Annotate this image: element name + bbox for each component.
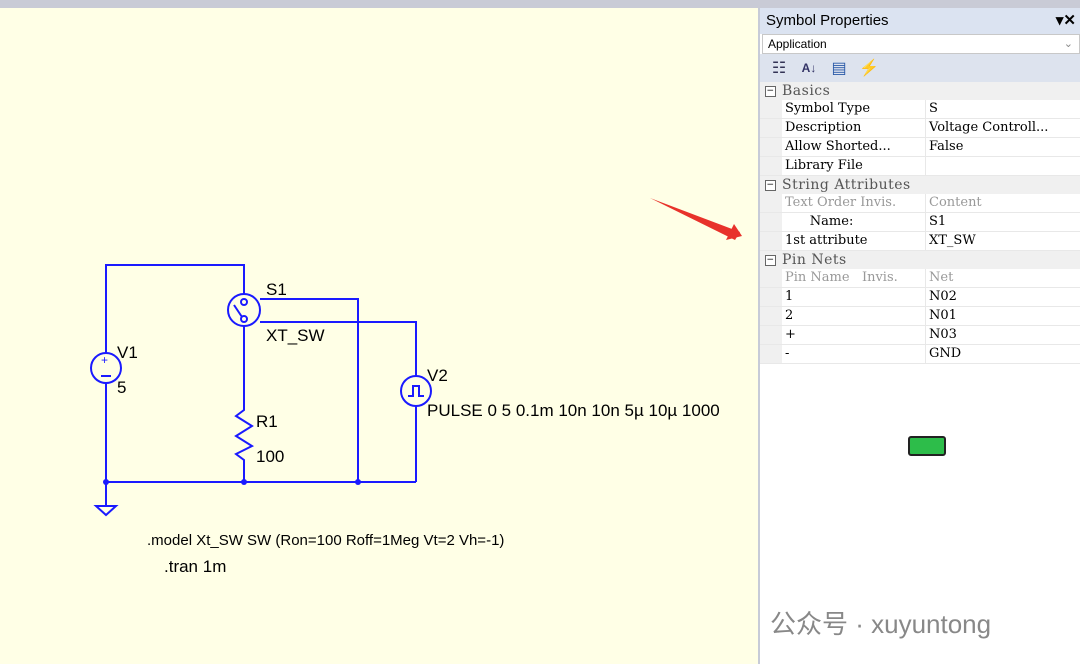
- battery-icon: [908, 436, 946, 456]
- property-value[interactable]: N03: [926, 326, 1080, 344]
- s1-name[interactable]: S1: [266, 280, 287, 300]
- collapse-icon[interactable]: −: [765, 85, 776, 97]
- section-label: Basics: [782, 83, 831, 99]
- property-key: 1st attribute: [782, 232, 926, 250]
- property-value[interactable]: S1: [926, 213, 1080, 231]
- property-row[interactable]: + N03: [760, 326, 1080, 345]
- collapse-icon[interactable]: −: [765, 179, 776, 191]
- panel-title: Symbol Properties: [766, 12, 889, 29]
- property-value[interactable]: Voltage Controll...: [926, 119, 1080, 137]
- property-value[interactable]: N01: [926, 307, 1080, 325]
- property-key: Symbol Type: [782, 100, 926, 118]
- property-value[interactable]: GND: [926, 345, 1080, 363]
- property-key: Description: [782, 119, 926, 137]
- section-label: Pin Nets: [782, 252, 847, 268]
- schematic-canvas[interactable]: + V1 5 S1 XT_SW R1 100 V2 PULSE 0 5 0.1m…: [0, 8, 758, 664]
- property-row[interactable]: 2 N01: [760, 307, 1080, 326]
- property-key: Name:: [782, 213, 926, 231]
- section-basics[interactable]: − Basics: [760, 82, 1080, 100]
- property-key: -: [782, 345, 926, 363]
- property-grid: − Basics Symbol Type S Description Voltage …: [760, 82, 1080, 364]
- v2-value[interactable]: PULSE 0 5 0.1m 10n 10n 5µ 10µ 1000: [427, 401, 720, 421]
- column-header: Pin Name Invis.: [782, 269, 926, 287]
- property-value[interactable]: S: [926, 100, 1080, 118]
- property-value[interactable]: XT_SW: [926, 232, 1080, 250]
- property-row[interactable]: - GND: [760, 345, 1080, 364]
- property-key: Allow Shorted...: [782, 138, 926, 156]
- s1-model[interactable]: XT_SW: [266, 326, 325, 346]
- column-header-row: Text Order Invis. Content: [760, 194, 1080, 213]
- property-key: 1: [782, 288, 926, 306]
- column-header-row: Pin Name Invis. Net: [760, 269, 1080, 288]
- v1-value[interactable]: 5: [117, 378, 126, 398]
- section-string-attributes[interactable]: − String Attributes: [760, 176, 1080, 194]
- sort-az-icon[interactable]: A↓: [798, 61, 820, 75]
- column-header: Content: [929, 195, 982, 210]
- property-key: 2: [782, 307, 926, 325]
- property-key: +: [782, 326, 926, 344]
- column-header: Text Order Invis.: [782, 194, 926, 212]
- events-icon[interactable]: ⚡: [858, 58, 880, 78]
- section-label: String Attributes: [782, 177, 911, 193]
- r1-value[interactable]: 100: [256, 447, 284, 467]
- property-row[interactable]: Library File: [760, 157, 1080, 176]
- panel-title-bar: Symbol Properties ▾✕: [760, 8, 1080, 34]
- watermark: 公众号 · xuyuntong: [770, 609, 992, 639]
- property-value[interactable]: False: [926, 138, 1080, 156]
- property-row[interactable]: Symbol Type S: [760, 100, 1080, 119]
- object-combo[interactable]: Application ⌄: [762, 34, 1080, 54]
- chevron-down-icon[interactable]: ⌄: [1064, 35, 1073, 53]
- property-row[interactable]: 1 N02: [760, 288, 1080, 307]
- svg-text:+: +: [101, 353, 108, 367]
- section-pin-nets[interactable]: − Pin Nets: [760, 251, 1080, 269]
- r1-name[interactable]: R1: [256, 412, 278, 432]
- symbol-properties-panel: Symbol Properties ▾✕ Application ⌄ ☷ A↓ …: [758, 8, 1080, 664]
- collapse-icon[interactable]: −: [765, 254, 776, 266]
- column-header: Net: [929, 270, 954, 285]
- property-row[interactable]: Allow Shorted... False: [760, 138, 1080, 157]
- categorized-icon[interactable]: ☷: [768, 58, 790, 78]
- property-row[interactable]: Description Voltage Controll...: [760, 119, 1080, 138]
- v2-name[interactable]: V2: [427, 366, 448, 386]
- v1-name[interactable]: V1: [117, 343, 138, 363]
- property-value[interactable]: N02: [926, 288, 1080, 306]
- property-row[interactable]: Name: S1: [760, 213, 1080, 232]
- annotation-arrow: [650, 198, 740, 240]
- combo-value: Application: [768, 37, 827, 51]
- property-row[interactable]: 1st attribute XT_SW: [760, 232, 1080, 251]
- property-key: Library File: [782, 157, 926, 175]
- tran-directive[interactable]: .tran 1m: [164, 557, 226, 577]
- model-directive[interactable]: .model Xt_SW SW (Ron=100 Roff=1Meg Vt=2 …: [147, 532, 504, 549]
- panel-toolbar: ☷ A↓ ▤ ⚡: [760, 54, 1080, 82]
- property-value[interactable]: [926, 157, 1080, 175]
- schematic-wires: +: [90, 198, 742, 517]
- property-pages-icon[interactable]: ▤: [828, 58, 850, 78]
- panel-menu-close-buttons[interactable]: ▾✕: [1056, 8, 1076, 34]
